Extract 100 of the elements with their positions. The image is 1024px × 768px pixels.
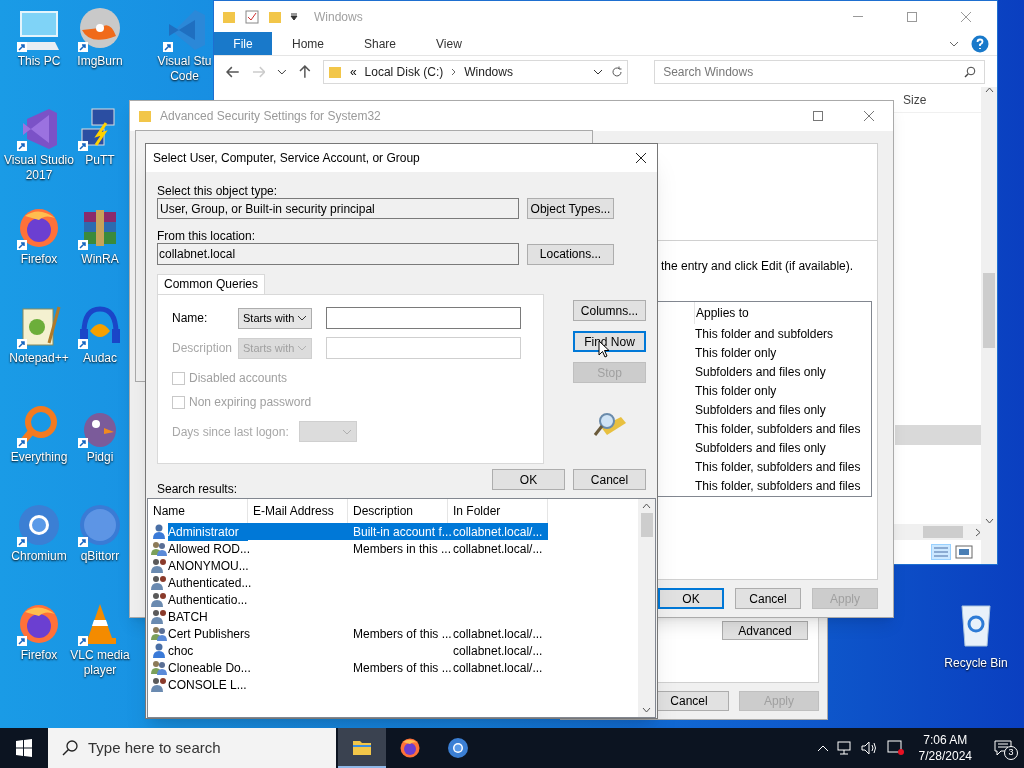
tab[interactable]: Common Queries (157, 274, 266, 294)
search-input[interactable]: Search Windows (663, 62, 964, 81)
close-icon[interactable] (635, 152, 647, 164)
search-icon (62, 740, 78, 756)
column-header[interactable]: Size (903, 90, 981, 109)
globe-icon (398, 736, 422, 760)
window-title: Advanced Security Settings for System32 (160, 108, 382, 125)
scrollbar-thumb[interactable] (640, 513, 653, 537)
table-cell: collabnet.local/... (453, 626, 543, 641)
table-cell-text: This folder, subfolders and files (695, 420, 862, 438)
window-title: Windows (314, 8, 364, 26)
back-arrow-icon[interactable] (226, 65, 240, 78)
taskbar-app[interactable] (338, 728, 386, 768)
chevron-down-icon (593, 68, 604, 75)
users-icon (151, 540, 167, 557)
vertical-scrollbar[interactable] (638, 499, 655, 717)
field-label: Description (172, 340, 234, 357)
scrollbar-thumb[interactable] (983, 273, 995, 348)
security-alert-icon[interactable] (886, 740, 905, 756)
clock-date[interactable]: 7/28/2024 (918, 748, 972, 764)
chevron-down-icon (642, 707, 651, 713)
object-type-field: User, Group, or Built-in security principal (157, 198, 519, 219)
chevron-right-icon (975, 527, 981, 537)
table-cell-text: This folder only (695, 382, 778, 400)
table-cell[interactable]: Allowed ROD... (168, 539, 255, 558)
help-icon[interactable] (971, 34, 989, 53)
table-cell[interactable]: Cert Publishers (168, 624, 255, 643)
folder-icon (327, 64, 342, 79)
table-cell[interactable]: BATCH (168, 607, 212, 626)
users-icon (151, 574, 167, 591)
address-bar[interactable]: « Local Disk (C:) Windows (322, 59, 629, 84)
cancel-button[interactable]: Cancel (573, 469, 646, 490)
taskbar-search-field[interactable]: Type here to search (48, 728, 336, 768)
search-input[interactable]: Type here to search (88, 736, 308, 760)
scrollbar-thumb[interactable] (923, 526, 963, 538)
clock-time[interactable]: 7:06 AM (923, 732, 968, 748)
field-label: Days since last logon: (172, 423, 289, 441)
match-dropdown[interactable]: Starts with (238, 307, 312, 329)
breadcrumb-item[interactable]: Local Disk (C:) (364, 62, 444, 81)
ok-button[interactable]: OK (492, 469, 565, 490)
volume-icon[interactable] (860, 741, 879, 755)
table-cell[interactable]: Cloneable Do... (168, 658, 255, 677)
table-cell-text: Subfolders and files only (695, 401, 827, 419)
table-cell-text: Subfolders and files only (695, 363, 827, 381)
breadcrumb-item[interactable]: Windows (464, 62, 513, 81)
dialog-button[interactable]: Cancel (735, 588, 801, 609)
dialog-button[interactable]: OK (658, 588, 724, 609)
vertical-scrollbar[interactable] (981, 87, 997, 564)
folder-icon (268, 9, 282, 24)
table-cell[interactable]: Authenticated... (168, 573, 256, 592)
ribbon-tab[interactable]: File (214, 32, 272, 55)
maximize-icon[interactable] (813, 111, 823, 121)
table-cell[interactable]: choc (168, 641, 198, 660)
dropdown-icon (290, 12, 298, 21)
table-cell: Built-in account f... (353, 524, 452, 539)
field-label: From this location: (157, 229, 257, 243)
table-cell: collabnet.local/... (453, 524, 543, 539)
field-label: Select this object type: (157, 184, 279, 198)
checkbox-label: Disabled accounts (189, 370, 288, 387)
up-arrow-icon[interactable] (299, 64, 311, 79)
ribbon-tab[interactable]: Home (272, 32, 344, 55)
chevron-down-icon (297, 315, 307, 321)
table-cell-text: This folder and subfolders (695, 325, 835, 343)
table-cell-text: This folder, subfolders and files (695, 458, 862, 476)
desktop-icon-label[interactable]: Recycle Bin (944, 654, 1008, 672)
chevron-up-icon (642, 503, 651, 509)
thumbnail-view-icon[interactable] (955, 545, 973, 559)
chevron-down-icon (984, 518, 994, 524)
instruction-text: the entry and click Edit (if available). (661, 258, 855, 275)
table-cell[interactable]: Administrator (168, 522, 248, 541)
ribbon-tab[interactable]: View (416, 32, 482, 55)
query-button[interactable]: Columns... (573, 300, 646, 321)
users-icon (151, 676, 167, 693)
table-cell: collabnet.local/... (453, 541, 543, 556)
users-icon (151, 608, 167, 625)
location-field: collabnet.local (157, 243, 519, 265)
breadcrumb-prefix[interactable]: « (349, 62, 357, 81)
notification-icon[interactable] (994, 740, 1012, 756)
chevron-down-icon[interactable] (949, 40, 959, 47)
ribbon-tab[interactable]: Share (344, 32, 417, 55)
ring-icon (446, 736, 470, 760)
table-cell[interactable]: CONSOLE L... (168, 675, 251, 694)
column-header[interactable]: Applies to (694, 302, 871, 324)
folder-icon (138, 109, 152, 123)
chevron-up-icon[interactable] (816, 744, 829, 752)
table-cell: Members of this ... (353, 626, 452, 641)
checkbox-label: Non expiring password (189, 394, 312, 411)
table-cell: Members in this ... (353, 541, 452, 556)
object-types-button[interactable]: Object Types... (527, 198, 614, 219)
locations-button[interactable]: Locations... (527, 243, 614, 265)
table-cell[interactable]: ANONYMOU... (168, 556, 253, 575)
advanced-button[interactable]: Advanced (722, 621, 808, 640)
name-input[interactable] (326, 307, 521, 329)
field-label: Search results: (157, 481, 239, 498)
refresh-icon[interactable] (611, 65, 624, 78)
network-icon[interactable] (836, 741, 853, 755)
table-cell-text: This folder only (695, 344, 778, 362)
table-cell[interactable]: Authenticatio... (168, 590, 252, 609)
search-bar[interactable]: Search Windows (654, 59, 985, 84)
dialog-title: Select User, Computer, Service Account, or Group (153, 150, 421, 167)
